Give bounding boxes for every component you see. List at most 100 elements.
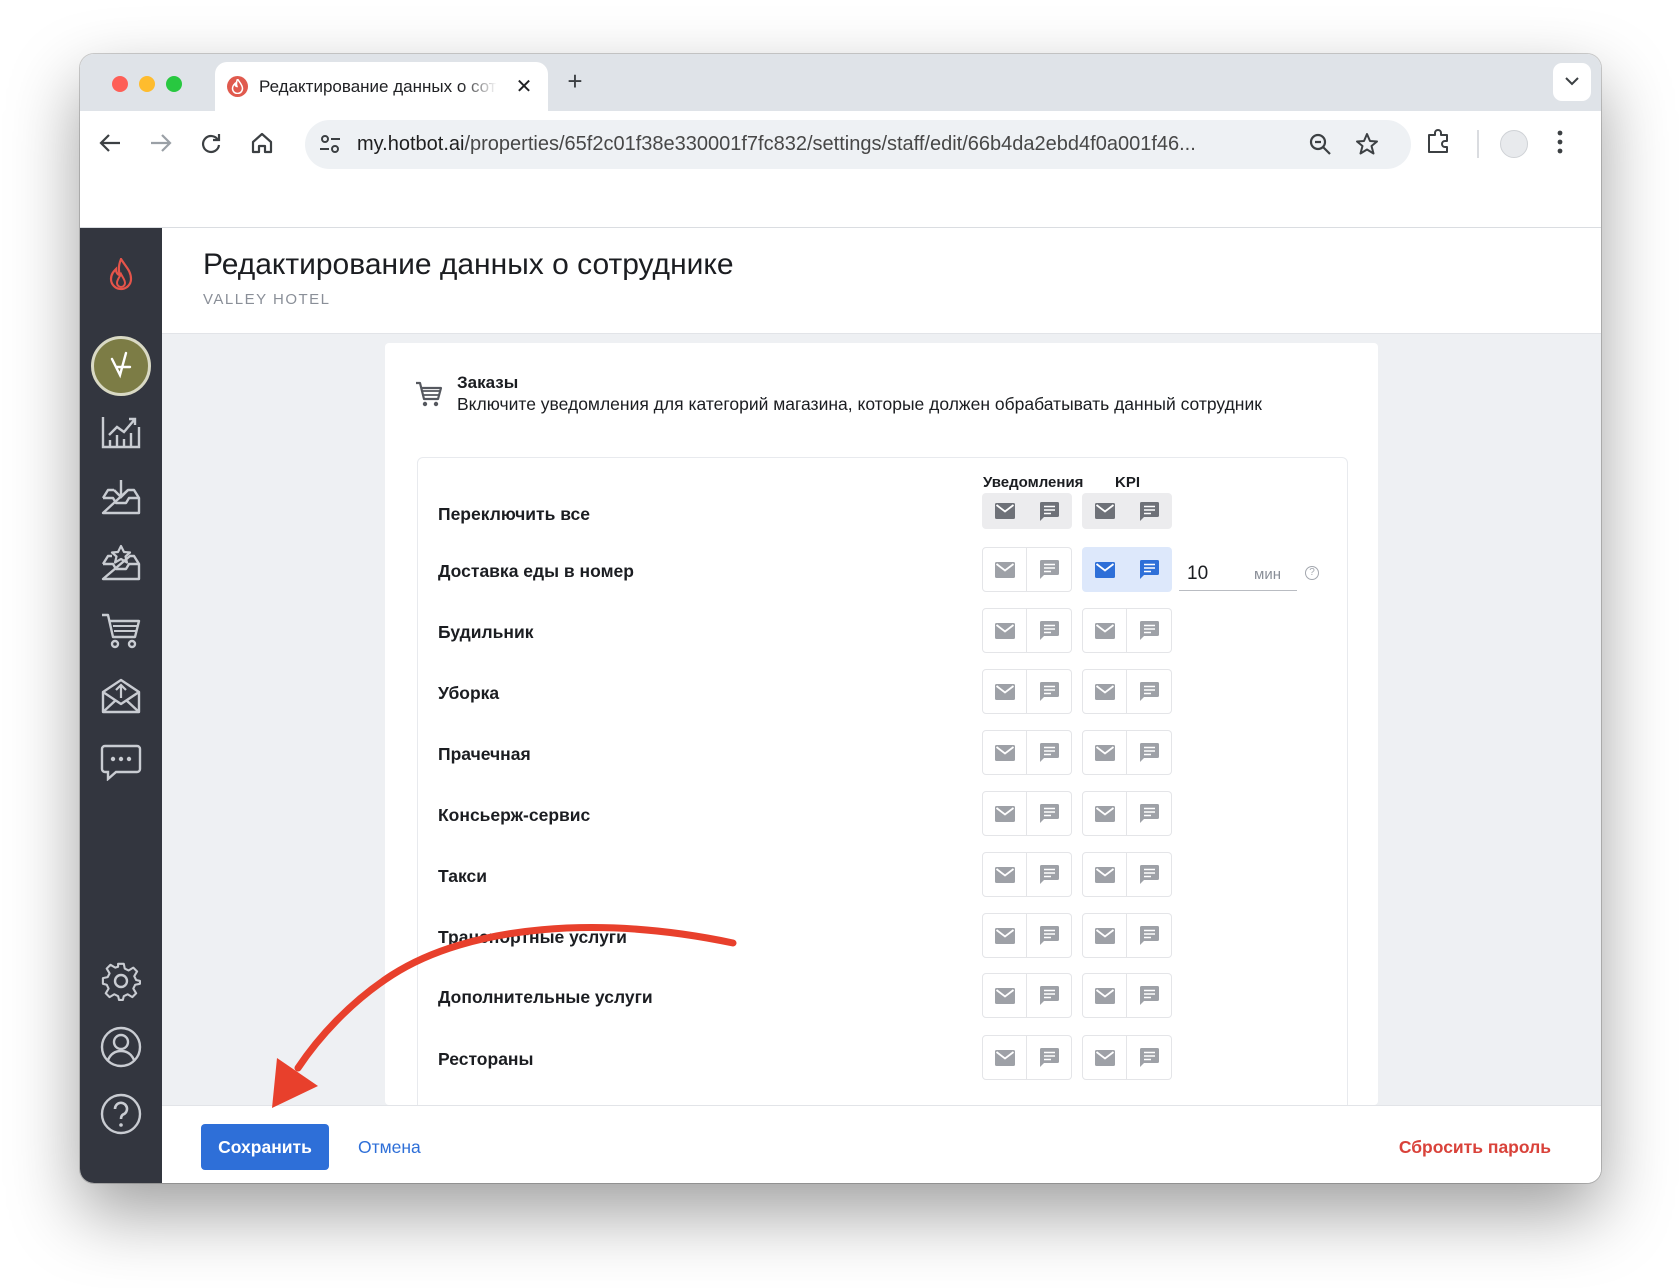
kpi-message-toggle[interactable]	[1127, 669, 1172, 714]
kpi-email-toggle[interactable]	[1082, 973, 1127, 1018]
extensions-puzzle-icon[interactable]	[1426, 128, 1452, 154]
kpi-message-toggle[interactable]	[1127, 791, 1172, 836]
kpi-email-toggle[interactable]	[1082, 1035, 1127, 1080]
notifications-message-toggle[interactable]	[1027, 547, 1072, 592]
tab-search-button[interactable]	[1553, 63, 1591, 101]
analytics-chart-icon[interactable]	[100, 411, 142, 453]
category-notifications-toggles	[982, 913, 1072, 958]
home-button[interactable]	[247, 128, 277, 158]
notifications-email-toggle[interactable]	[982, 493, 1027, 529]
category-kpi-toggles	[1082, 608, 1172, 653]
notifications-message-toggle[interactable]	[1027, 852, 1072, 897]
kpi-message-toggle[interactable]	[1127, 1035, 1172, 1080]
message-icon	[1039, 986, 1059, 1005]
category-notifications-toggles	[982, 852, 1072, 897]
notifications-email-toggle[interactable]	[982, 791, 1027, 836]
kpi-email-toggle[interactable]	[1082, 608, 1127, 653]
minimize-window-button[interactable]	[139, 76, 155, 92]
inbox-star-icon[interactable]	[100, 542, 142, 584]
notifications-email-toggle[interactable]	[982, 547, 1027, 592]
kpi-minutes-input[interactable]	[1187, 563, 1247, 585]
notifications-email-toggle[interactable]	[982, 608, 1027, 653]
category-kpi-toggles	[1082, 852, 1172, 897]
tab-close-icon[interactable]: ✕	[512, 74, 536, 99]
new-tab-button[interactable]: +	[561, 68, 589, 94]
help-question-icon[interactable]	[100, 1093, 142, 1135]
help-circle-icon[interactable]: ?	[1305, 566, 1319, 580]
maximize-window-button[interactable]	[166, 76, 182, 92]
kpi-email-toggle[interactable]	[1082, 852, 1127, 897]
kpi-message-toggle[interactable]	[1127, 547, 1172, 592]
user-profile-icon[interactable]	[100, 1026, 142, 1068]
kpi-email-toggle[interactable]	[1082, 791, 1127, 836]
app-content: Редактирование данных о сотруднике VALLE…	[80, 227, 1601, 1183]
profile-avatar[interactable]	[1500, 130, 1528, 158]
category-kpi-toggles	[1082, 1035, 1172, 1080]
toolbar-separator	[1477, 130, 1479, 158]
category-kpi-toggles	[1082, 791, 1172, 836]
chat-bubble-icon[interactable]	[100, 741, 142, 783]
notifications-email-toggle[interactable]	[982, 730, 1027, 775]
forward-button[interactable]	[146, 128, 176, 158]
category-label: Дополнительные услуги	[438, 987, 653, 1007]
more-vertical-icon[interactable]	[1556, 128, 1564, 156]
bookmark-star-icon[interactable]	[1355, 132, 1379, 156]
kpi-email-toggle[interactable]	[1082, 547, 1127, 592]
mail-icon	[994, 744, 1015, 761]
kpi-email-toggle[interactable]	[1082, 913, 1127, 958]
browser-tab-active[interactable]: Редактирование данных о сотруднике ✕	[215, 62, 548, 111]
message-icon	[1139, 743, 1159, 762]
kpi-email-toggle[interactable]	[1082, 669, 1127, 714]
mail-icon	[1094, 622, 1115, 639]
cancel-link[interactable]: Отмена	[358, 1137, 421, 1158]
kpi-message-toggle[interactable]	[1127, 493, 1172, 529]
inbox-download-icon[interactable]	[100, 476, 142, 518]
message-icon	[1139, 621, 1159, 640]
orders-card: Заказы Включите уведомления для категори…	[385, 343, 1378, 1105]
message-icon	[1139, 926, 1159, 945]
mail-icon	[994, 805, 1015, 822]
url-path: /properties/65f2c01f38e330001f7fc832/set…	[464, 133, 1196, 155]
notifications-message-toggle[interactable]	[1027, 973, 1072, 1018]
save-button[interactable]: Сохранить	[201, 1124, 329, 1170]
close-window-button[interactable]	[112, 76, 128, 92]
address-bar[interactable]: my.hotbot.ai/properties/65f2c01f38e33000…	[305, 120, 1411, 169]
hotbot-logo-icon[interactable]	[100, 254, 142, 296]
notifications-message-toggle[interactable]	[1027, 1035, 1072, 1080]
kpi-message-toggle[interactable]	[1127, 973, 1172, 1018]
notifications-email-toggle[interactable]	[982, 669, 1027, 714]
reset-password-link[interactable]: Сбросить пароль	[1399, 1137, 1551, 1158]
section-title: Заказы	[457, 373, 519, 392]
message-icon	[1039, 1048, 1059, 1067]
category-label: Прачечная	[438, 744, 531, 764]
property-avatar[interactable]	[91, 336, 151, 396]
mail-upload-icon[interactable]	[100, 675, 142, 717]
kpi-message-toggle[interactable]	[1127, 913, 1172, 958]
reload-button[interactable]	[196, 128, 226, 158]
notifications-email-toggle[interactable]	[982, 1035, 1027, 1080]
kpi-email-toggle[interactable]	[1082, 730, 1127, 775]
zoom-icon[interactable]	[1308, 132, 1332, 156]
notifications-email-toggle[interactable]	[982, 913, 1027, 958]
kpi-email-toggle[interactable]	[1082, 493, 1127, 529]
kpi-message-toggle[interactable]	[1127, 852, 1172, 897]
mail-icon	[994, 683, 1015, 700]
kpi-time-field: мин	[1179, 557, 1297, 591]
notifications-message-toggle[interactable]	[1027, 669, 1072, 714]
notifications-message-toggle[interactable]	[1027, 608, 1072, 653]
notifications-message-toggle[interactable]	[1027, 730, 1072, 775]
category-label: Будильник	[438, 622, 534, 642]
notifications-message-toggle[interactable]	[1027, 493, 1072, 529]
notifications-email-toggle[interactable]	[982, 973, 1027, 1018]
category-label: Консьерж-сервис	[438, 805, 591, 825]
shopping-cart-icon[interactable]	[100, 609, 142, 651]
back-button[interactable]	[95, 128, 125, 158]
notifications-message-toggle[interactable]	[1027, 913, 1072, 958]
notifications-email-toggle[interactable]	[982, 852, 1027, 897]
kpi-message-toggle[interactable]	[1127, 608, 1172, 653]
settings-gear-icon[interactable]	[100, 960, 142, 1002]
kpi-message-toggle[interactable]	[1127, 730, 1172, 775]
notifications-message-toggle[interactable]	[1027, 791, 1072, 836]
category-notifications-toggles	[982, 791, 1072, 836]
site-settings-icon[interactable]	[319, 134, 341, 154]
